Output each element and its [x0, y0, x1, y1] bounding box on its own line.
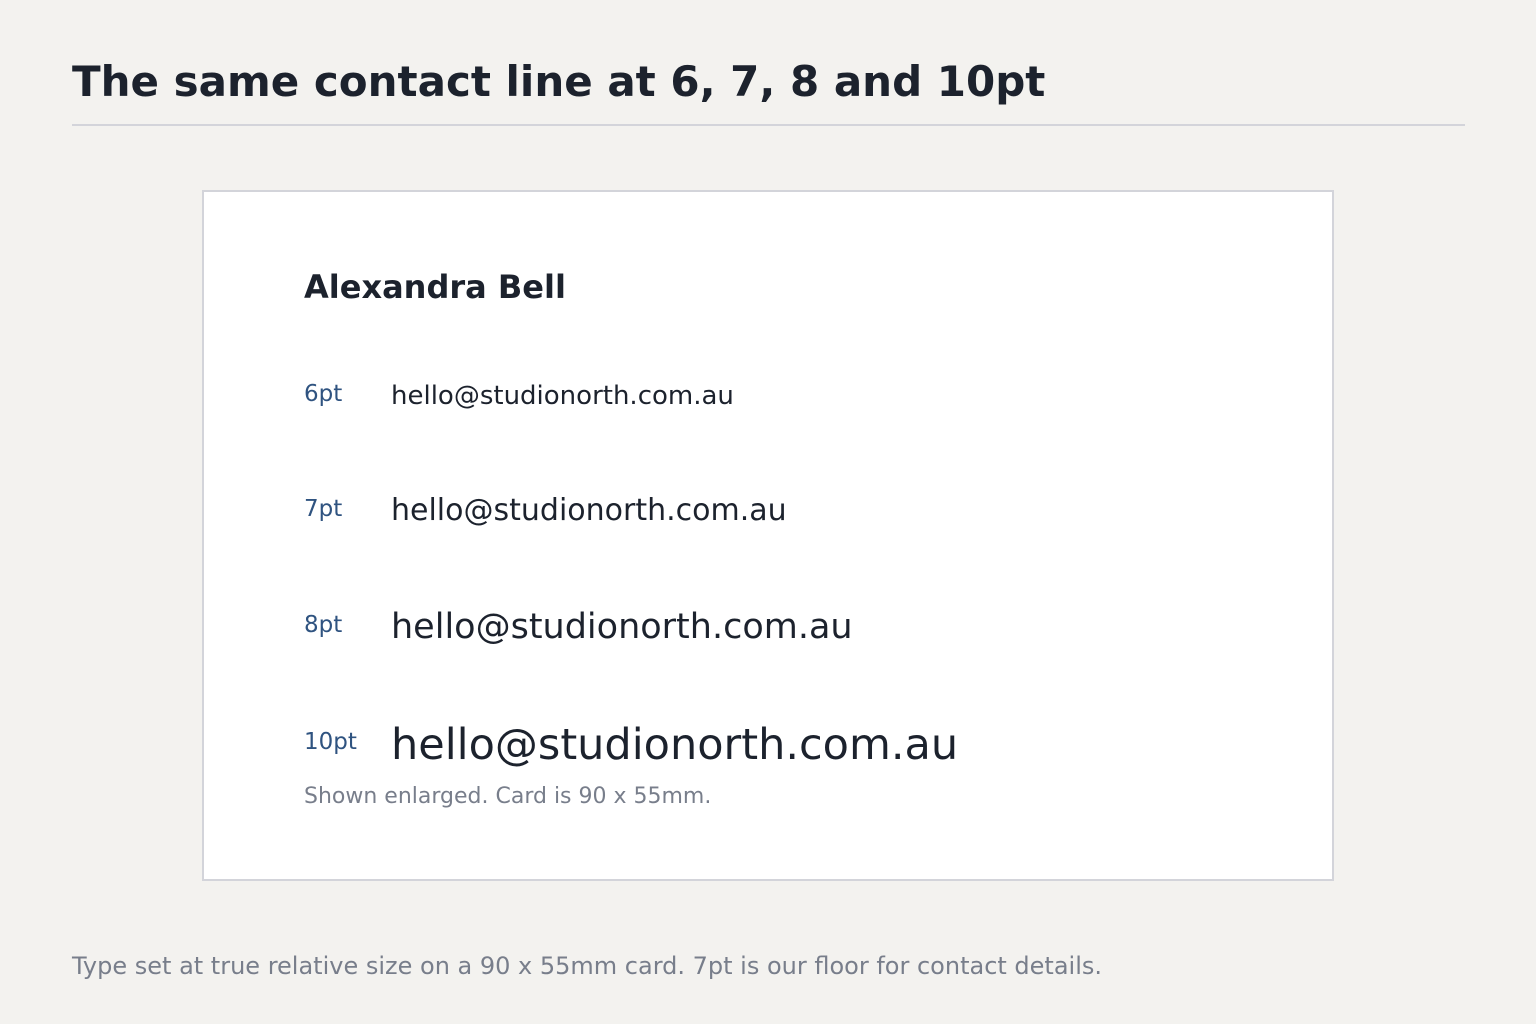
- footer-caption: Type set at true relative size on a 90 x…: [72, 952, 1103, 980]
- size-label: 10pt: [304, 729, 357, 755]
- page-title: The same contact line at 6, 7, 8 and 10p…: [72, 57, 1046, 106]
- title-divider: [72, 124, 1465, 126]
- card-name: Alexandra Bell: [304, 268, 566, 306]
- contact-sample: hello@studionorth.com.au: [391, 720, 959, 770]
- size-label: 6pt: [304, 381, 343, 407]
- size-row-6pt: 6pt hello@studionorth.com.au: [304, 378, 1204, 438]
- size-row-7pt: 7pt hello@studionorth.com.au: [304, 493, 1204, 553]
- size-label: 8pt: [304, 612, 343, 638]
- size-row-8pt: 8pt hello@studionorth.com.au: [304, 607, 1204, 669]
- contact-sample: hello@studionorth.com.au: [391, 493, 787, 528]
- contact-sample: hello@studionorth.com.au: [391, 381, 734, 411]
- contact-sample: hello@studionorth.com.au: [391, 607, 853, 647]
- size-label: 7pt: [304, 496, 343, 522]
- size-row-10pt: 10pt hello@studionorth.com.au: [304, 720, 1204, 786]
- business-card-preview: Alexandra Bell 6pt hello@studionorth.com…: [202, 190, 1334, 881]
- card-note: Shown enlarged. Card is 90 x 55mm.: [304, 784, 712, 809]
